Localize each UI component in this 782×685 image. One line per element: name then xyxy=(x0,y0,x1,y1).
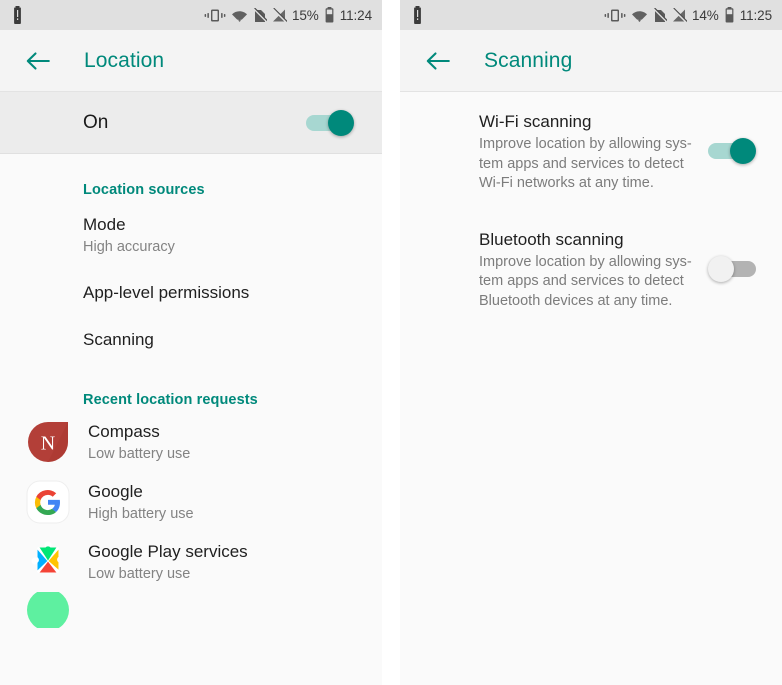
section-header-recent-location-requests: Recent location requests xyxy=(83,392,258,408)
scan-description: Improve location by allowing sys- tem ap… xyxy=(479,136,692,191)
vibrate-icon xyxy=(604,9,626,21)
app-battery-use: Low battery use xyxy=(88,446,191,462)
list-item-title: App-level permissions xyxy=(83,283,250,302)
status-bar-left-icons xyxy=(12,6,23,24)
list-item-title: Scanning xyxy=(83,330,154,349)
compass-app-icon: N xyxy=(26,420,70,464)
scan-description: Improve location by allowing sys- tem ap… xyxy=(479,253,692,309)
scan-row-wifi-scanning[interactable]: Wi-Fi scanning Improve location by allow… xyxy=(400,92,782,210)
app-text: Google High battery use xyxy=(88,480,194,524)
list-item-subtitle: High accuracy xyxy=(83,239,175,255)
location-content: Location sources Mode High accuracy App-… xyxy=(0,154,382,684)
scan-title: Wi-Fi scanning xyxy=(479,112,592,131)
back-button[interactable] xyxy=(22,45,54,77)
toolbar-left: Location xyxy=(0,30,382,92)
status-bar-right-icons: 15% 11:24 xyxy=(204,7,372,23)
battery-icon xyxy=(725,7,734,23)
app-battery-use: High battery use xyxy=(88,506,194,522)
app-row-compass[interactable]: N Compass Low battery use xyxy=(0,412,382,472)
location-screen: 15% 11:24 Location On Location sources M… xyxy=(0,0,382,685)
status-bar-left: 15% 11:24 xyxy=(0,0,382,30)
vibrate-icon xyxy=(204,9,226,21)
back-arrow-icon xyxy=(26,51,50,70)
google-app-icon xyxy=(26,480,70,524)
app-battery-use: Low battery use xyxy=(88,566,191,582)
battery-percent-label: 15% xyxy=(291,7,319,23)
sim-off-icon xyxy=(652,7,667,22)
back-arrow-icon xyxy=(426,51,450,70)
scan-text: Bluetooth scanning Improve location by a… xyxy=(479,228,708,312)
bluetooth-scanning-toggle[interactable] xyxy=(708,255,756,282)
app-text: Compass Low battery use xyxy=(88,420,190,464)
toggle-knob xyxy=(730,138,756,164)
battery-alert-icon xyxy=(14,6,21,24)
list-item-scanning[interactable]: Scanning xyxy=(0,317,382,364)
sim-off-icon xyxy=(252,7,267,22)
scan-title: Bluetooth scanning xyxy=(479,229,624,249)
back-button[interactable] xyxy=(422,45,454,77)
battery-percent-label: 14% xyxy=(691,7,719,23)
signal-off-icon xyxy=(271,7,287,23)
toolbar-right: Scanning xyxy=(400,30,782,92)
battery-alert-icon xyxy=(414,6,421,24)
master-switch-label: On xyxy=(83,111,109,133)
app-name: Google Play services xyxy=(88,542,248,561)
signal-off-icon xyxy=(671,7,687,23)
app-text: Google Play services Low battery use xyxy=(88,540,248,584)
status-bar-left-icons xyxy=(412,6,423,24)
google-play-services-icon xyxy=(26,540,70,584)
scan-row-bluetooth-scanning[interactable]: Bluetooth scanning Improve location by a… xyxy=(400,210,782,328)
wifi-icon xyxy=(631,10,647,22)
app-row-google[interactable]: Google High battery use xyxy=(0,472,382,532)
app-row-google-play-services[interactable]: Google Play services Low battery use xyxy=(0,532,382,592)
dual-screenshot: 15% 11:24 Location On Location sources M… xyxy=(0,0,782,685)
location-master-toggle[interactable] xyxy=(306,109,354,136)
scanning-content: Wi-Fi scanning Improve location by allow… xyxy=(400,92,782,684)
partial-app-icon xyxy=(26,592,70,628)
clock-label: 11:25 xyxy=(739,7,772,23)
toggle-knob xyxy=(708,255,734,282)
wifi-icon xyxy=(231,10,247,22)
scanning-screen: 14% 11:25 Scanning Wi-Fi scanning Improv… xyxy=(400,0,782,685)
clock-label: 11:24 xyxy=(339,7,372,23)
page-title: Scanning xyxy=(484,48,573,72)
scan-text: Wi-Fi scanning Improve location by allow… xyxy=(479,110,708,194)
toggle-knob xyxy=(328,109,354,136)
status-bar-right: 14% 11:25 xyxy=(400,0,782,30)
app-name: Compass xyxy=(88,422,160,441)
list-item-app-level-permissions[interactable]: App-level permissions xyxy=(0,270,382,317)
status-bar-right-icons: 14% 11:25 xyxy=(604,7,772,23)
list-item-mode[interactable]: Mode High accuracy xyxy=(0,202,382,270)
app-name: Google xyxy=(88,482,143,501)
svg-text:N: N xyxy=(41,433,55,455)
location-master-switch-row[interactable]: On xyxy=(0,92,382,154)
wifi-scanning-toggle[interactable] xyxy=(708,138,756,164)
app-row-partial-cutoff[interactable] xyxy=(0,592,382,628)
battery-icon xyxy=(325,7,334,23)
page-title: Location xyxy=(84,48,165,72)
list-item-title: Mode xyxy=(83,215,126,234)
section-header-location-sources: Location sources xyxy=(83,182,205,198)
